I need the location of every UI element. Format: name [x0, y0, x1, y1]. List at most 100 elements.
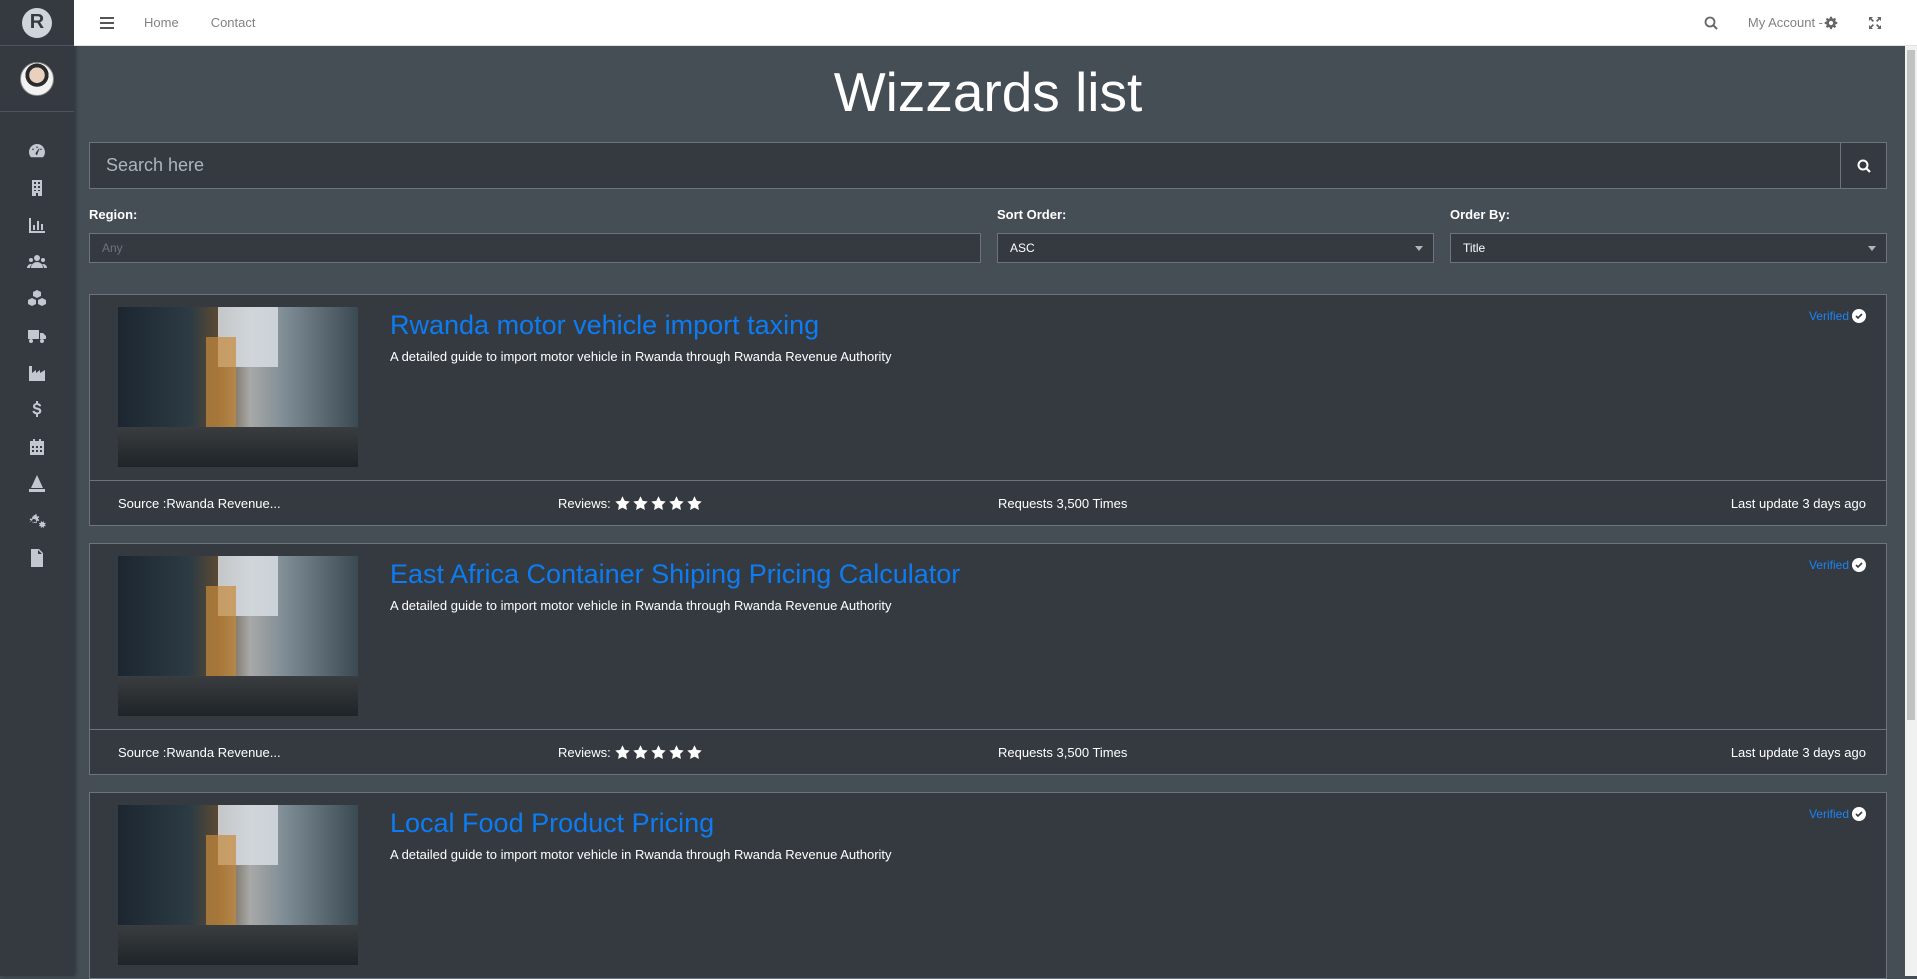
reviews-label: Reviews: — [558, 744, 611, 760]
navbar-search-button[interactable] — [1704, 16, 1718, 30]
order-by-value: Title — [1463, 241, 1486, 255]
search-bar: Search here — [89, 142, 1887, 189]
region-filter: Region: Any — [89, 207, 981, 263]
reviews-label: Reviews: — [558, 495, 611, 511]
chevron-down-icon — [1868, 246, 1876, 251]
scrollbar-thumb[interactable] — [1907, 50, 1915, 720]
verified-label: Verified — [1808, 558, 1849, 572]
star-icon — [633, 744, 648, 759]
sort-order-value: ASC — [1010, 241, 1035, 255]
my-account-label: My Account - — [1747, 15, 1823, 30]
verified-label: Verified — [1808, 807, 1849, 821]
sidebar-item-building[interactable] — [0, 169, 74, 206]
sidebar-nav — [0, 112, 74, 576]
wizard-card: East Africa Container Shiping Pricing Ca… — [89, 543, 1887, 775]
brand[interactable]: R — [0, 0, 74, 46]
star-icon — [651, 744, 666, 759]
building-icon — [32, 179, 42, 196]
gear-icon — [1824, 16, 1838, 29]
calendar-icon — [30, 438, 44, 455]
wizard-reviews: Reviews: — [558, 495, 998, 512]
wizard-thumbnail[interactable] — [118, 556, 358, 716]
wizard-title[interactable]: Rwanda motor vehicle import taxing — [390, 307, 892, 343]
sidebar-item-reports[interactable] — [0, 206, 74, 243]
star-icon — [687, 495, 702, 510]
wizard-thumbnail[interactable] — [118, 805, 358, 965]
verified-badge: Verified — [1809, 807, 1866, 821]
page-title: Wizzards list — [833, 61, 1143, 123]
sidebar-item-pricing[interactable] — [0, 391, 74, 428]
verified-label: Verified — [1808, 309, 1849, 323]
wizard-thumbnail[interactable] — [118, 307, 358, 467]
expand-icon — [1869, 16, 1881, 29]
wizard-card-footer: Source :Rwanda Revenue... Reviews: Reque… — [90, 729, 1886, 774]
region-input[interactable]: Any — [89, 233, 981, 263]
wizard-last-update: Last update 3 days ago — [1730, 495, 1866, 511]
star-icon — [633, 495, 648, 510]
search-button[interactable] — [1840, 142, 1887, 189]
cubes-icon — [28, 289, 46, 306]
wizard-card-body: Rwanda motor vehicle import taxing A det… — [90, 295, 1886, 480]
sidebar-item-documents[interactable] — [0, 539, 74, 576]
chart-icon — [29, 217, 45, 233]
nav-link-contact[interactable]: Contact — [211, 15, 256, 30]
truck-icon — [28, 329, 46, 343]
sidebar-item-products[interactable] — [0, 280, 74, 317]
sort-order-filter: Sort Order: ASC — [997, 207, 1434, 263]
sort-order-label: Sort Order: — [997, 207, 1067, 222]
order-by-label: Order By: — [1450, 207, 1510, 222]
sidebar-item-industry[interactable] — [0, 354, 74, 391]
users-icon — [27, 254, 47, 268]
user-panel — [0, 46, 74, 112]
my-account-menu[interactable]: My Account - — [1748, 15, 1838, 30]
brand-logo[interactable]: R — [22, 7, 52, 38]
sidebar-item-settings[interactable] — [0, 502, 74, 539]
wizard-card: Rwanda motor vehicle import taxing A det… — [89, 294, 1887, 526]
rating-stars — [614, 744, 704, 761]
wizard-title[interactable]: Local Food Product Pricing — [390, 805, 892, 841]
star-icon — [669, 495, 684, 510]
wizard-description: A detailed guide to import motor vehicle… — [390, 847, 892, 862]
star-icon — [615, 495, 630, 510]
dollar-icon — [32, 400, 42, 417]
wizard-requests: Requests 3,500 Times — [998, 744, 1128, 760]
hamburger-icon — [100, 16, 114, 29]
region-value: Any — [102, 241, 123, 255]
wizard-card-text: Local Food Product Pricing A detailed gu… — [390, 805, 892, 978]
wizard-title[interactable]: East Africa Container Shiping Pricing Ca… — [390, 556, 960, 592]
sidebar-item-users[interactable] — [0, 243, 74, 280]
wizard-source: Source :Rwanda Revenue... — [118, 744, 281, 760]
page-scrollbar[interactable] — [1905, 46, 1917, 976]
filters-row: Region: Any Sort Order: ASC Order By: Ti… — [89, 207, 1887, 263]
star-icon — [651, 495, 666, 510]
order-by-select[interactable]: Title — [1450, 233, 1887, 263]
navbar-right: My Account - — [1704, 15, 1917, 30]
star-icon — [669, 744, 684, 759]
avatar[interactable] — [20, 61, 54, 96]
wizard-card-footer: Source :Rwanda Revenue... Reviews: Reque… — [90, 480, 1886, 525]
region-label: Region: — [89, 207, 138, 222]
menu-toggle-button[interactable] — [92, 16, 122, 29]
wizard-last-update: Last update 3 days ago — [1730, 744, 1866, 760]
search-icon — [1704, 16, 1718, 30]
top-navbar: Home Contact My Account - — [74, 0, 1917, 46]
sidebar-item-wizards[interactable] — [0, 465, 74, 502]
fullscreen-button[interactable] — [1868, 16, 1882, 30]
cogs-icon — [29, 513, 46, 528]
wizard-icon — [29, 474, 45, 492]
sidebar-item-calendar[interactable] — [0, 428, 74, 465]
rating-stars — [614, 495, 704, 512]
wizard-source: Source :Rwanda Revenue... — [118, 495, 281, 511]
file-icon — [31, 548, 43, 567]
sidebar-item-dashboard[interactable] — [0, 132, 74, 169]
wizard-card-text: Rwanda motor vehicle import taxing A det… — [390, 307, 892, 480]
search-input[interactable]: Search here — [89, 142, 1840, 189]
wizard-card-text: East Africa Container Shiping Pricing Ca… — [390, 556, 960, 729]
sort-order-select[interactable]: ASC — [997, 233, 1434, 263]
sidebar-item-shipping[interactable] — [0, 317, 74, 354]
chevron-down-icon — [1415, 246, 1423, 251]
wizard-reviews: Reviews: — [558, 744, 998, 761]
check-circle-icon — [1852, 558, 1866, 572]
nav-link-home[interactable]: Home — [144, 15, 179, 30]
industry-icon — [29, 365, 45, 381]
